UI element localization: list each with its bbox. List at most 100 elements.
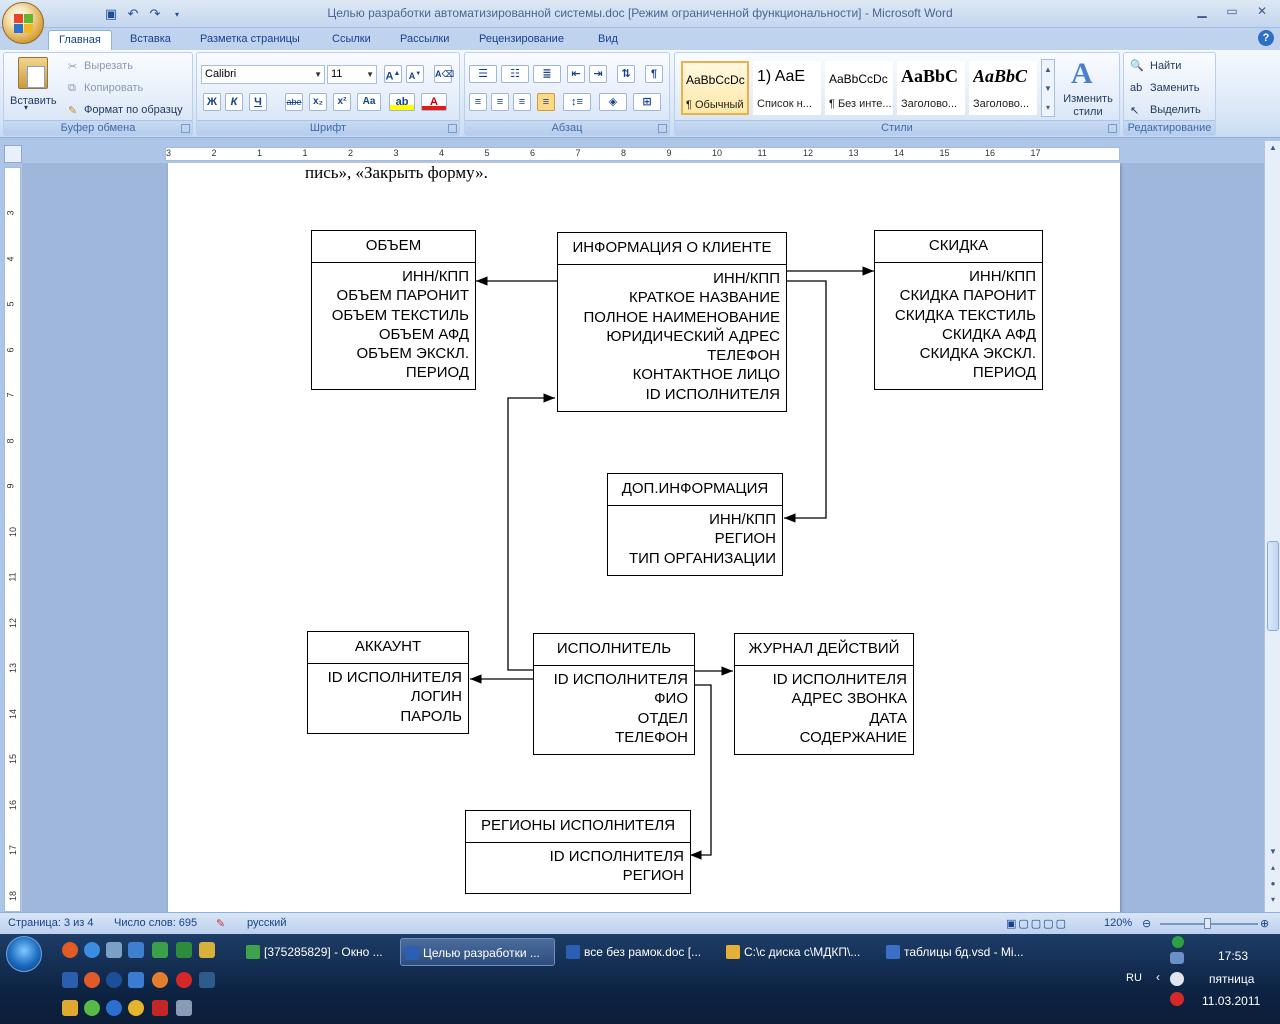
dialog-launcher-icon[interactable] bbox=[1108, 124, 1117, 133]
horizontal-ruler[interactable]: 3 2 1 1 2 3 4 5 6 7 8 9 10 11 12 13 14 15 16 17 bbox=[165, 147, 1120, 161]
task-button-active[interactable]: Целью разработки ... bbox=[400, 938, 555, 966]
vertical-scrollbar[interactable]: ▲ ▼ ▴ ● ▾ bbox=[1264, 141, 1280, 912]
replace-button[interactable]: Заменить bbox=[1150, 82, 1199, 94]
shrink-font-icon[interactable]: A▼ bbox=[406, 65, 424, 83]
antivirus-icon[interactable] bbox=[176, 972, 192, 988]
shading-icon[interactable]: ◈ bbox=[599, 93, 627, 111]
opera-icon[interactable] bbox=[62, 942, 78, 958]
tab-page-layout[interactable]: Разметка страницы bbox=[190, 30, 310, 50]
language-indicator[interactable]: русский bbox=[247, 917, 286, 929]
visio-icon[interactable] bbox=[128, 972, 144, 988]
italic-button[interactable]: К bbox=[225, 93, 243, 111]
find-button[interactable]: Найти bbox=[1150, 60, 1181, 72]
zoom-level[interactable]: 120% bbox=[1104, 917, 1132, 929]
tab-insert[interactable]: Вставка bbox=[120, 30, 181, 50]
scroll-thumb[interactable] bbox=[1267, 541, 1279, 631]
tab-mailings[interactable]: Рассылки bbox=[390, 30, 459, 50]
zoom-slider-thumb[interactable] bbox=[1204, 918, 1211, 929]
justify-icon[interactable]: ≡ bbox=[537, 93, 555, 111]
vertical-ruler[interactable]: 345678910111213141516171819 bbox=[4, 167, 21, 946]
proofing-icon[interactable]: ✎ bbox=[216, 917, 225, 930]
zoom-in-icon[interactable]: ⊕ bbox=[1260, 917, 1269, 930]
frog-icon[interactable] bbox=[84, 1000, 100, 1016]
power-icon[interactable] bbox=[106, 972, 122, 988]
superscript-button[interactable]: x² bbox=[333, 93, 351, 111]
tab-home[interactable]: Главная bbox=[48, 30, 112, 50]
font-color-icon[interactable]: A bbox=[421, 93, 447, 111]
line-spacing-icon[interactable]: ↕≡ bbox=[563, 93, 591, 111]
tools-icon[interactable] bbox=[199, 942, 215, 958]
undo-icon[interactable]: ↶ bbox=[124, 5, 142, 23]
volume-icon[interactable] bbox=[1170, 972, 1184, 986]
view-buttons[interactable]: ▣▢▢▢▢ bbox=[1006, 917, 1068, 930]
paste-icon[interactable] bbox=[18, 57, 48, 89]
start-orb-icon[interactable] bbox=[6, 936, 42, 972]
document-page[interactable]: пись», «Закрыть форму». ОБЪЕМ ИНН/КПП ОБ… bbox=[168, 163, 1120, 912]
style-heading-1[interactable]: AaBbC Заголово... bbox=[897, 61, 965, 115]
word-icon[interactable] bbox=[62, 972, 78, 988]
paste-dropdown-icon[interactable]: ▾ bbox=[24, 103, 28, 112]
word-count[interactable]: Число слов: 695 bbox=[114, 917, 197, 929]
computer-icon[interactable] bbox=[128, 942, 144, 958]
zoom-out-icon[interactable]: ⊖ bbox=[1142, 917, 1151, 930]
prev-page-icon[interactable]: ▴ bbox=[1267, 863, 1279, 875]
increase-indent-icon[interactable]: ⇥ bbox=[589, 65, 607, 83]
network-icon[interactable] bbox=[1172, 936, 1184, 948]
multilevel-list-icon[interactable]: ≣ bbox=[533, 65, 561, 83]
ie-icon[interactable] bbox=[84, 942, 100, 958]
customize-toolbar-icon[interactable]: ▾ bbox=[168, 5, 186, 23]
redo-icon[interactable]: ↷ bbox=[146, 5, 164, 23]
butterfly-icon[interactable] bbox=[62, 1000, 78, 1016]
grow-font-icon[interactable]: A▲ bbox=[384, 65, 402, 83]
dialog-launcher-icon[interactable] bbox=[658, 124, 667, 133]
change-styles-icon[interactable]: A bbox=[1071, 57, 1093, 91]
office-button-icon[interactable] bbox=[2, 2, 44, 44]
tab-references[interactable]: Ссылки bbox=[322, 30, 381, 50]
clear-format-icon[interactable]: A⌫ bbox=[434, 65, 454, 83]
align-center-icon[interactable]: ≡ bbox=[491, 93, 509, 111]
align-left-icon[interactable]: ≡ bbox=[469, 93, 487, 111]
pdf-icon[interactable] bbox=[152, 1000, 168, 1016]
display-icon[interactable] bbox=[1170, 952, 1184, 964]
font-family-combo[interactable]: Calibri ▼ bbox=[201, 65, 325, 84]
copy-button[interactable]: Копировать bbox=[84, 82, 143, 94]
antivirus-tray-icon[interactable] bbox=[1170, 992, 1184, 1006]
dialog-launcher-icon[interactable] bbox=[448, 124, 457, 133]
close-button[interactable]: ✕ bbox=[1250, 2, 1274, 20]
window-icon[interactable] bbox=[176, 1000, 192, 1016]
dialog-launcher-icon[interactable] bbox=[181, 124, 190, 133]
bold-button[interactable]: Ж bbox=[203, 93, 221, 111]
task-button[interactable]: C:\с диска с\МДКП\... bbox=[722, 938, 877, 966]
change-styles-button[interactable]: Изменить стили bbox=[1059, 93, 1117, 119]
align-right-icon[interactable]: ≡ bbox=[513, 93, 531, 111]
photoshop-icon[interactable] bbox=[199, 972, 215, 988]
sort-icon[interactable]: ⇅ bbox=[617, 65, 635, 83]
paste-button[interactable]: Вставить bbox=[10, 95, 57, 107]
cut-button[interactable]: Вырезать bbox=[84, 60, 133, 72]
numbering-icon[interactable]: ☷ bbox=[501, 65, 529, 83]
browse-object-icon[interactable]: ● bbox=[1267, 879, 1279, 891]
scroll-up-icon[interactable]: ▲ bbox=[1267, 143, 1279, 155]
format-painter-button[interactable]: Формат по образцу bbox=[84, 104, 183, 116]
maximize-button[interactable]: ▭ bbox=[1220, 2, 1244, 20]
pilcrow-icon[interactable]: ¶ bbox=[645, 65, 663, 83]
font-size-combo[interactable]: 11 ▼ bbox=[327, 65, 377, 84]
project-icon[interactable] bbox=[176, 942, 192, 958]
task-button[interactable]: [375285829] - Окно ... bbox=[242, 938, 390, 966]
tab-selector[interactable] bbox=[4, 145, 22, 163]
strikethrough-button[interactable]: abe bbox=[285, 93, 303, 111]
save-icon[interactable]: ▣ bbox=[102, 5, 120, 23]
change-case-button[interactable]: Aa bbox=[357, 93, 381, 111]
styles-scroll[interactable]: ▲ ▼ ▾ bbox=[1041, 59, 1055, 117]
task-button[interactable]: все без рамок.doc [... bbox=[562, 938, 717, 966]
input-language[interactable]: RU bbox=[1126, 972, 1142, 984]
tab-review[interactable]: Рецензирование bbox=[469, 30, 574, 50]
style-no-spacing[interactable]: AaBbCcDc ¶ Без инте... bbox=[825, 61, 893, 115]
next-page-icon[interactable]: ▾ bbox=[1267, 895, 1279, 907]
scroll-down-icon[interactable]: ▼ bbox=[1267, 847, 1279, 859]
highlight-icon[interactable]: ab bbox=[389, 93, 415, 111]
select-button[interactable]: Выделить bbox=[1150, 104, 1201, 116]
subscript-button[interactable]: x₂ bbox=[309, 93, 327, 111]
task-button[interactable]: таблицы бд.vsd - Mi... bbox=[882, 938, 1032, 966]
style-list[interactable]: 1) AaE Список н... bbox=[753, 61, 821, 115]
